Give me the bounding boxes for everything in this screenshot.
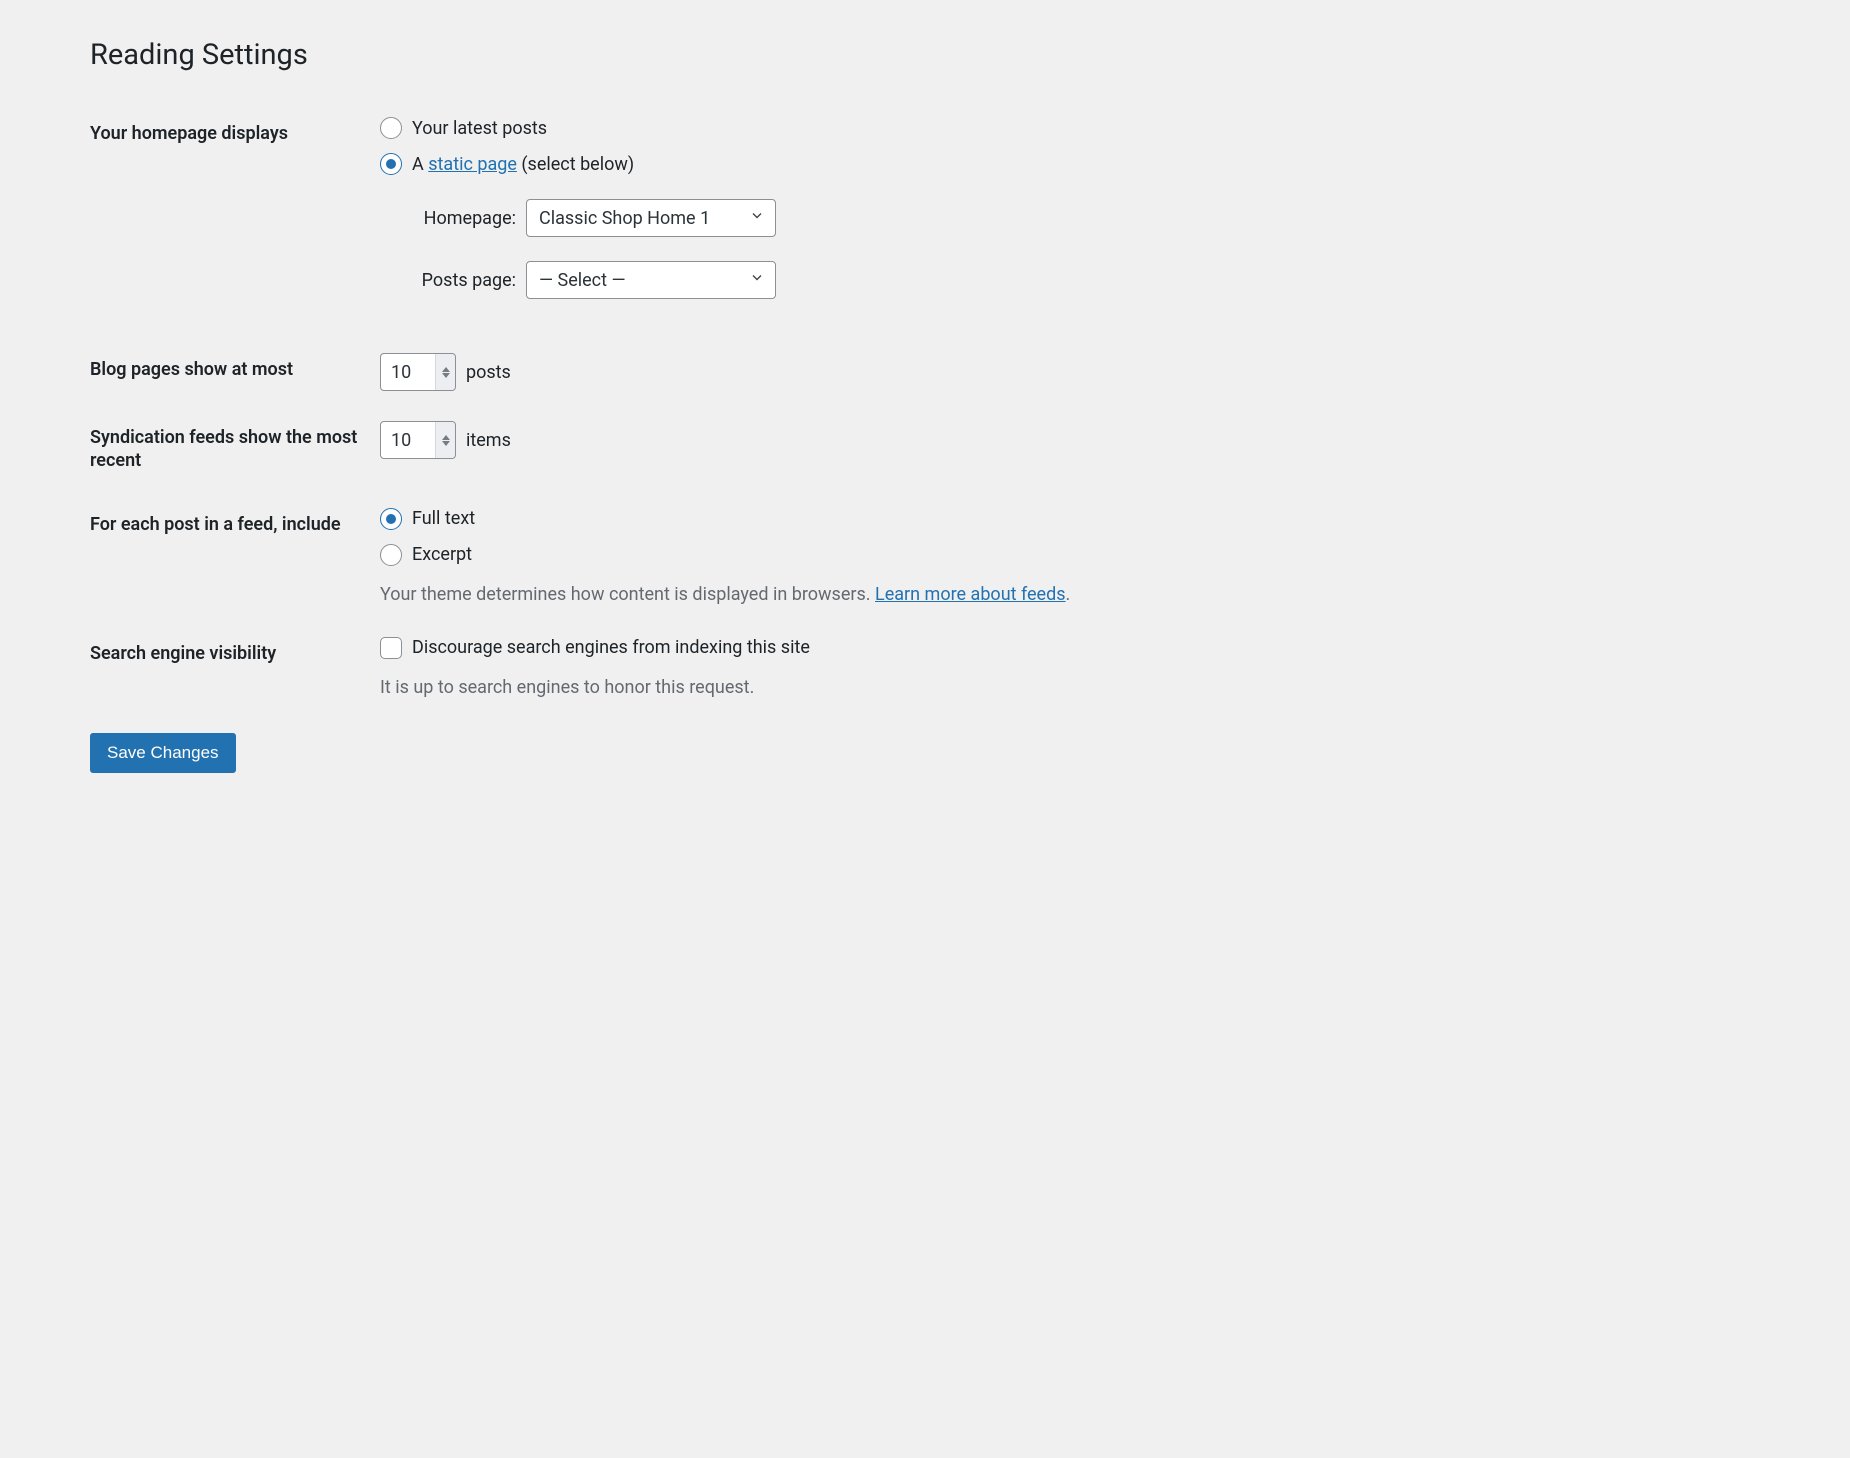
caret-up-icon[interactable]: [442, 435, 450, 440]
posts-page-select[interactable]: — Select —: [526, 261, 776, 299]
settings-form-table: Your homepage displays Your latest posts: [90, 102, 1190, 715]
discourage-search-checkbox[interactable]: [380, 637, 402, 659]
radio-row-static-page[interactable]: A static page (select below): [380, 153, 1180, 175]
save-changes-button[interactable]: Save Changes: [90, 733, 236, 773]
caret-up-icon[interactable]: [442, 367, 450, 372]
chevron-down-icon: [749, 270, 765, 291]
row-label-homepage: Your homepage displays: [90, 102, 370, 338]
row-label-syndication: Syndication feeds show the most recent: [90, 406, 370, 493]
search-visibility-description: It is up to search engines to honor this…: [380, 675, 1180, 700]
radio-label-full-text: Full text: [412, 508, 475, 529]
radio-row-excerpt[interactable]: Excerpt: [380, 544, 1180, 566]
caret-down-icon[interactable]: [442, 373, 450, 378]
syndication-units: items: [466, 430, 511, 451]
blog-pages-count-input[interactable]: 10: [380, 353, 456, 391]
radio-latest-posts[interactable]: [380, 117, 402, 139]
checkbox-row-discourage-search[interactable]: Discourage search engines from indexing …: [380, 637, 1180, 659]
radio-excerpt[interactable]: [380, 544, 402, 566]
caret-down-icon[interactable]: [442, 441, 450, 446]
row-label-blog-pages: Blog pages show at most: [90, 338, 370, 406]
syndication-count-input[interactable]: 10: [380, 421, 456, 459]
radio-label-excerpt: Excerpt: [412, 544, 472, 565]
feed-content-description: Your theme determines how content is dis…: [380, 582, 1180, 607]
page-title: Reading Settings: [90, 38, 1190, 72]
learn-more-feeds-link[interactable]: Learn more about feeds: [875, 584, 1066, 605]
radio-full-text[interactable]: [380, 508, 402, 530]
static-page-sub-selects: Homepage: Classic Shop Home 1 Posts page…: [406, 199, 1180, 299]
row-label-search-visibility: Search engine visibility: [90, 622, 370, 715]
radio-row-latest-posts[interactable]: Your latest posts: [380, 117, 1180, 139]
row-label-feed-content: For each post in a feed, include: [90, 493, 370, 622]
blog-pages-units: posts: [466, 362, 511, 383]
spinner-icon[interactable]: [435, 354, 455, 390]
spinner-icon[interactable]: [435, 422, 455, 458]
radio-label-latest-posts: Your latest posts: [412, 118, 547, 139]
posts-page-select-value: — Select —: [539, 270, 626, 291]
homepage-select-label: Homepage:: [406, 208, 516, 229]
radio-row-full-text[interactable]: Full text: [380, 508, 1180, 530]
radio-static-page[interactable]: [380, 153, 402, 175]
homepage-select[interactable]: Classic Shop Home 1: [526, 199, 776, 237]
posts-page-select-label: Posts page:: [406, 270, 516, 291]
homepage-select-value: Classic Shop Home 1: [539, 208, 710, 229]
checkbox-label-discourage-search: Discourage search engines from indexing …: [412, 637, 810, 658]
static-page-link[interactable]: static page: [428, 154, 517, 175]
radio-label-static-page: A static page (select below): [412, 154, 634, 175]
chevron-down-icon: [749, 208, 765, 229]
